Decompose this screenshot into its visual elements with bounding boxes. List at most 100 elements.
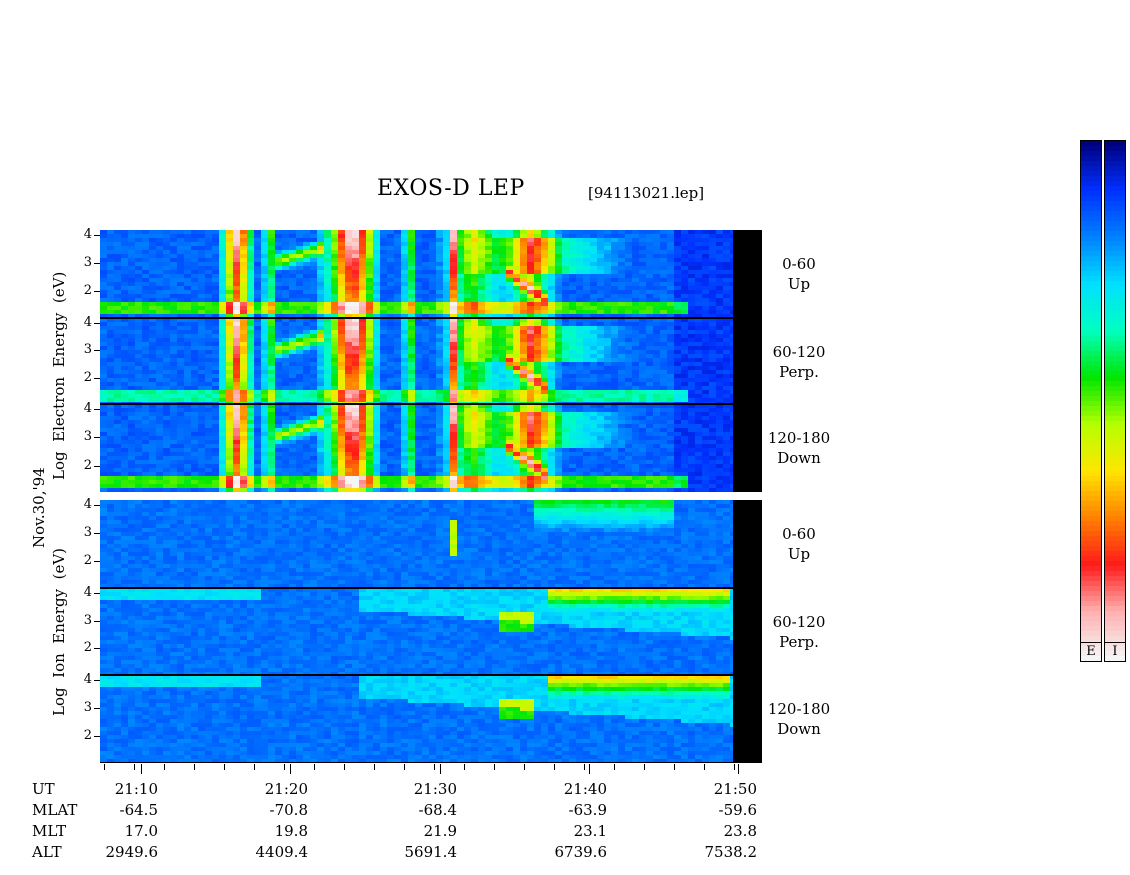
heatmap-cell	[275, 238, 282, 242]
heatmap-cell	[653, 326, 660, 330]
heatmap-cell	[352, 358, 359, 362]
heatmap-cell	[667, 254, 674, 258]
heatmap-cell	[100, 322, 107, 326]
heatmap-cell	[429, 382, 436, 386]
heatmap-cell	[709, 346, 716, 350]
heatmap-cell	[373, 326, 380, 330]
heatmap-cell	[506, 428, 513, 432]
heatmap-cell	[296, 420, 303, 424]
heatmap-cell	[436, 374, 443, 378]
heatmap-cell	[254, 334, 261, 338]
heatmap-cell	[177, 362, 184, 366]
heatmap-cell	[247, 338, 254, 342]
heatmap-cell	[667, 322, 674, 326]
heatmap-cell	[709, 420, 716, 424]
heatmap-cell	[520, 234, 527, 238]
heatmap-cell	[380, 358, 387, 362]
heatmap-cell	[548, 234, 555, 238]
heatmap-cell	[317, 330, 324, 334]
heatmap-cell	[338, 242, 345, 246]
heatmap-cell	[177, 282, 184, 286]
heatmap-cell	[156, 298, 163, 302]
heatmap-cell	[100, 424, 107, 428]
heatmap-cell	[296, 350, 303, 354]
heatmap-cell	[345, 266, 352, 270]
heatmap-cell	[128, 412, 135, 416]
heatmap-cell	[149, 412, 156, 416]
heatmap-cell	[359, 306, 366, 310]
heatmap-cell	[590, 390, 597, 394]
heatmap-cell	[604, 444, 611, 448]
heatmap-cell	[198, 428, 205, 432]
heatmap-cell	[555, 254, 562, 258]
heatmap-cell	[597, 350, 604, 354]
heatmap-cell	[156, 334, 163, 338]
heatmap-cell	[429, 432, 436, 436]
heatmap-cell	[212, 346, 219, 350]
heatmap-cell	[492, 250, 499, 254]
heatmap-cell	[506, 282, 513, 286]
heatmap-cell	[219, 274, 226, 278]
heatmap-cell	[562, 394, 569, 398]
heatmap-cell	[688, 274, 695, 278]
heatmap-cell	[548, 420, 555, 424]
heatmap-cell	[198, 334, 205, 338]
heatmap-cell	[611, 330, 618, 334]
heatmap-cell	[450, 394, 457, 398]
heatmap-cell	[380, 278, 387, 282]
heatmap-cell	[254, 302, 261, 306]
heatmap-cell	[604, 342, 611, 346]
heatmap-cell	[569, 358, 576, 362]
heatmap-cell	[597, 290, 604, 294]
heatmap-cell	[583, 278, 590, 282]
heatmap-cell	[604, 382, 611, 386]
heatmap-cell	[499, 346, 506, 350]
heatmap-cell	[457, 258, 464, 262]
heatmap-cell	[345, 386, 352, 390]
heatmap-cell	[541, 238, 548, 242]
heatmap-cell	[247, 354, 254, 358]
heatmap-cell	[366, 432, 373, 436]
heatmap-cell	[555, 408, 562, 412]
heatmap-cell	[415, 238, 422, 242]
heatmap-cell	[513, 432, 520, 436]
heatmap-cell	[583, 350, 590, 354]
heatmap-cell	[646, 432, 653, 436]
heatmap-cell	[506, 246, 513, 250]
heatmap-cell	[569, 420, 576, 424]
heatmap-cell	[478, 258, 485, 262]
heatmap-cell	[282, 342, 289, 346]
heatmap-cell	[296, 428, 303, 432]
heatmap-cell	[660, 310, 667, 314]
heatmap-cell	[590, 370, 597, 374]
heatmap-cell	[380, 366, 387, 370]
heatmap-cell	[471, 230, 478, 234]
heatmap-cell	[401, 362, 408, 366]
heatmap-cell	[681, 234, 688, 238]
heatmap-cell	[254, 254, 261, 258]
heatmap-cell	[310, 440, 317, 444]
heatmap-cell	[163, 370, 170, 374]
heatmap-cell	[121, 412, 128, 416]
heatmap-cell	[191, 242, 198, 246]
heatmap-cell	[415, 298, 422, 302]
heatmap-cell	[723, 394, 730, 398]
heatmap-cell	[492, 420, 499, 424]
heatmap-cell	[457, 444, 464, 448]
heatmap-cell	[366, 266, 373, 270]
heatmap-cell	[527, 298, 534, 302]
heatmap-cell	[415, 394, 422, 398]
heatmap-cell	[625, 238, 632, 242]
heatmap-cell	[345, 436, 352, 440]
heatmap-cell	[674, 338, 681, 342]
heatmap-cell	[359, 342, 366, 346]
heatmap-cell	[373, 346, 380, 350]
heatmap-cell	[163, 432, 170, 436]
heatmap-cell	[191, 362, 198, 366]
heatmap-cell	[471, 398, 478, 402]
heatmap-cell	[135, 424, 142, 428]
heatmap-cell	[261, 432, 268, 436]
heatmap-cell	[674, 334, 681, 338]
heatmap-cell	[471, 242, 478, 246]
heatmap-cell	[268, 358, 275, 362]
